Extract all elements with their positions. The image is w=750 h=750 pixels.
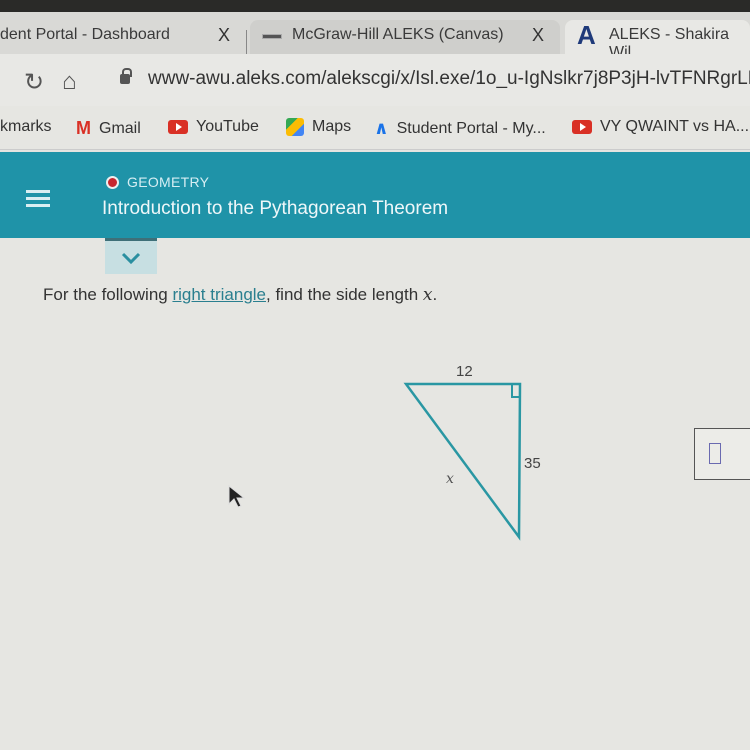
- bookmark-label: Maps: [312, 118, 352, 135]
- top-side-label: 12: [456, 363, 473, 380]
- bookmark-label: YouTube: [196, 118, 259, 135]
- screen-bezel: [0, 0, 750, 12]
- bookmark-label: Gmail: [99, 119, 141, 137]
- subject-text: GEOMETRY: [127, 174, 210, 190]
- tab-student-portal[interactable]: dent Portal - Dashboard X: [0, 20, 245, 54]
- bookmark-label: VY QWAINT vs HA...: [600, 118, 750, 135]
- right-triangle-link[interactable]: right triangle: [172, 285, 266, 304]
- bookmark-student-portal[interactable]: ∧ Student Portal - My...: [374, 118, 546, 139]
- reload-icon[interactable]: ↻: [24, 68, 44, 97]
- answer-placeholder-icon: [709, 443, 721, 464]
- maps-icon: [286, 118, 304, 136]
- question-prefix: For the following: [43, 285, 173, 304]
- variable-x: x: [422, 285, 433, 305]
- bookmark-maps[interactable]: Maps: [286, 118, 351, 136]
- canvas-favicon-icon: [262, 34, 282, 39]
- bookmark-label: Student Portal - My...: [396, 119, 546, 137]
- triangle-shape: [403, 382, 522, 541]
- close-icon[interactable]: X: [532, 25, 544, 46]
- url-input[interactable]: www-awu.aleks.com/alekscgi/x/Isl.exe/1o_…: [148, 68, 750, 90]
- bookmarks-bar: kmarks M Gmail YouTube Maps ∧ Student Po…: [0, 106, 750, 150]
- hypotenuse-label: x: [446, 471, 454, 487]
- answer-input[interactable]: [694, 428, 750, 480]
- problem-area: [0, 238, 750, 750]
- tab-aleks-active[interactable]: A ALEKS - Shakira Wil: [565, 20, 750, 61]
- mouse-cursor-icon: [228, 485, 246, 508]
- bookmark-bookmarks[interactable]: kmarks: [0, 118, 52, 136]
- address-bar-row: ↻ ⌂ www-awu.aleks.com/alekscgi/x/Isl.exe…: [0, 54, 750, 106]
- lock-icon[interactable]: [120, 68, 132, 84]
- question-end: .: [432, 285, 438, 304]
- right-triangle-figure: 12 35 x: [403, 363, 541, 541]
- tab-label: McGraw-Hill ALEKS (Canvas): [292, 26, 504, 43]
- student-portal-icon: ∧: [374, 118, 389, 138]
- subject-label: GEOMETRY: [106, 174, 209, 190]
- close-icon[interactable]: X: [218, 25, 230, 46]
- tab-mcgraw-hill-aleks[interactable]: McGraw-Hill ALEKS (Canvas) X: [250, 20, 560, 54]
- gmail-icon: M: [76, 118, 91, 138]
- menu-icon[interactable]: [26, 190, 50, 208]
- question-suffix: , find the side length: [266, 285, 423, 304]
- home-icon[interactable]: ⌂: [62, 68, 77, 96]
- right-side-label: 35: [524, 455, 541, 472]
- chevron-down-icon: [121, 252, 141, 265]
- youtube-icon: [168, 120, 188, 134]
- bookmark-label: kmarks: [0, 118, 52, 135]
- bookmark-youtube[interactable]: YouTube: [168, 118, 259, 136]
- bookmark-gmail[interactable]: M Gmail: [76, 118, 141, 139]
- status-dot-icon: [106, 175, 119, 189]
- expand-topic-button[interactable]: [105, 238, 157, 274]
- tab-label: dent Portal - Dashboard: [0, 26, 170, 43]
- question-text: For the following right triangle, find t…: [43, 285, 437, 305]
- youtube-icon: [572, 120, 592, 134]
- page-title: Introduction to the Pythagorean Theorem: [102, 198, 449, 219]
- aleks-favicon-icon: A: [577, 20, 596, 50]
- tab-strip: dent Portal - Dashboard X McGraw-Hill AL…: [0, 12, 750, 61]
- aleks-topic-header: GEOMETRY Introduction to the Pythagorean…: [0, 152, 750, 238]
- bookmark-vy-qwaint[interactable]: VY QWAINT vs HA...: [572, 118, 749, 136]
